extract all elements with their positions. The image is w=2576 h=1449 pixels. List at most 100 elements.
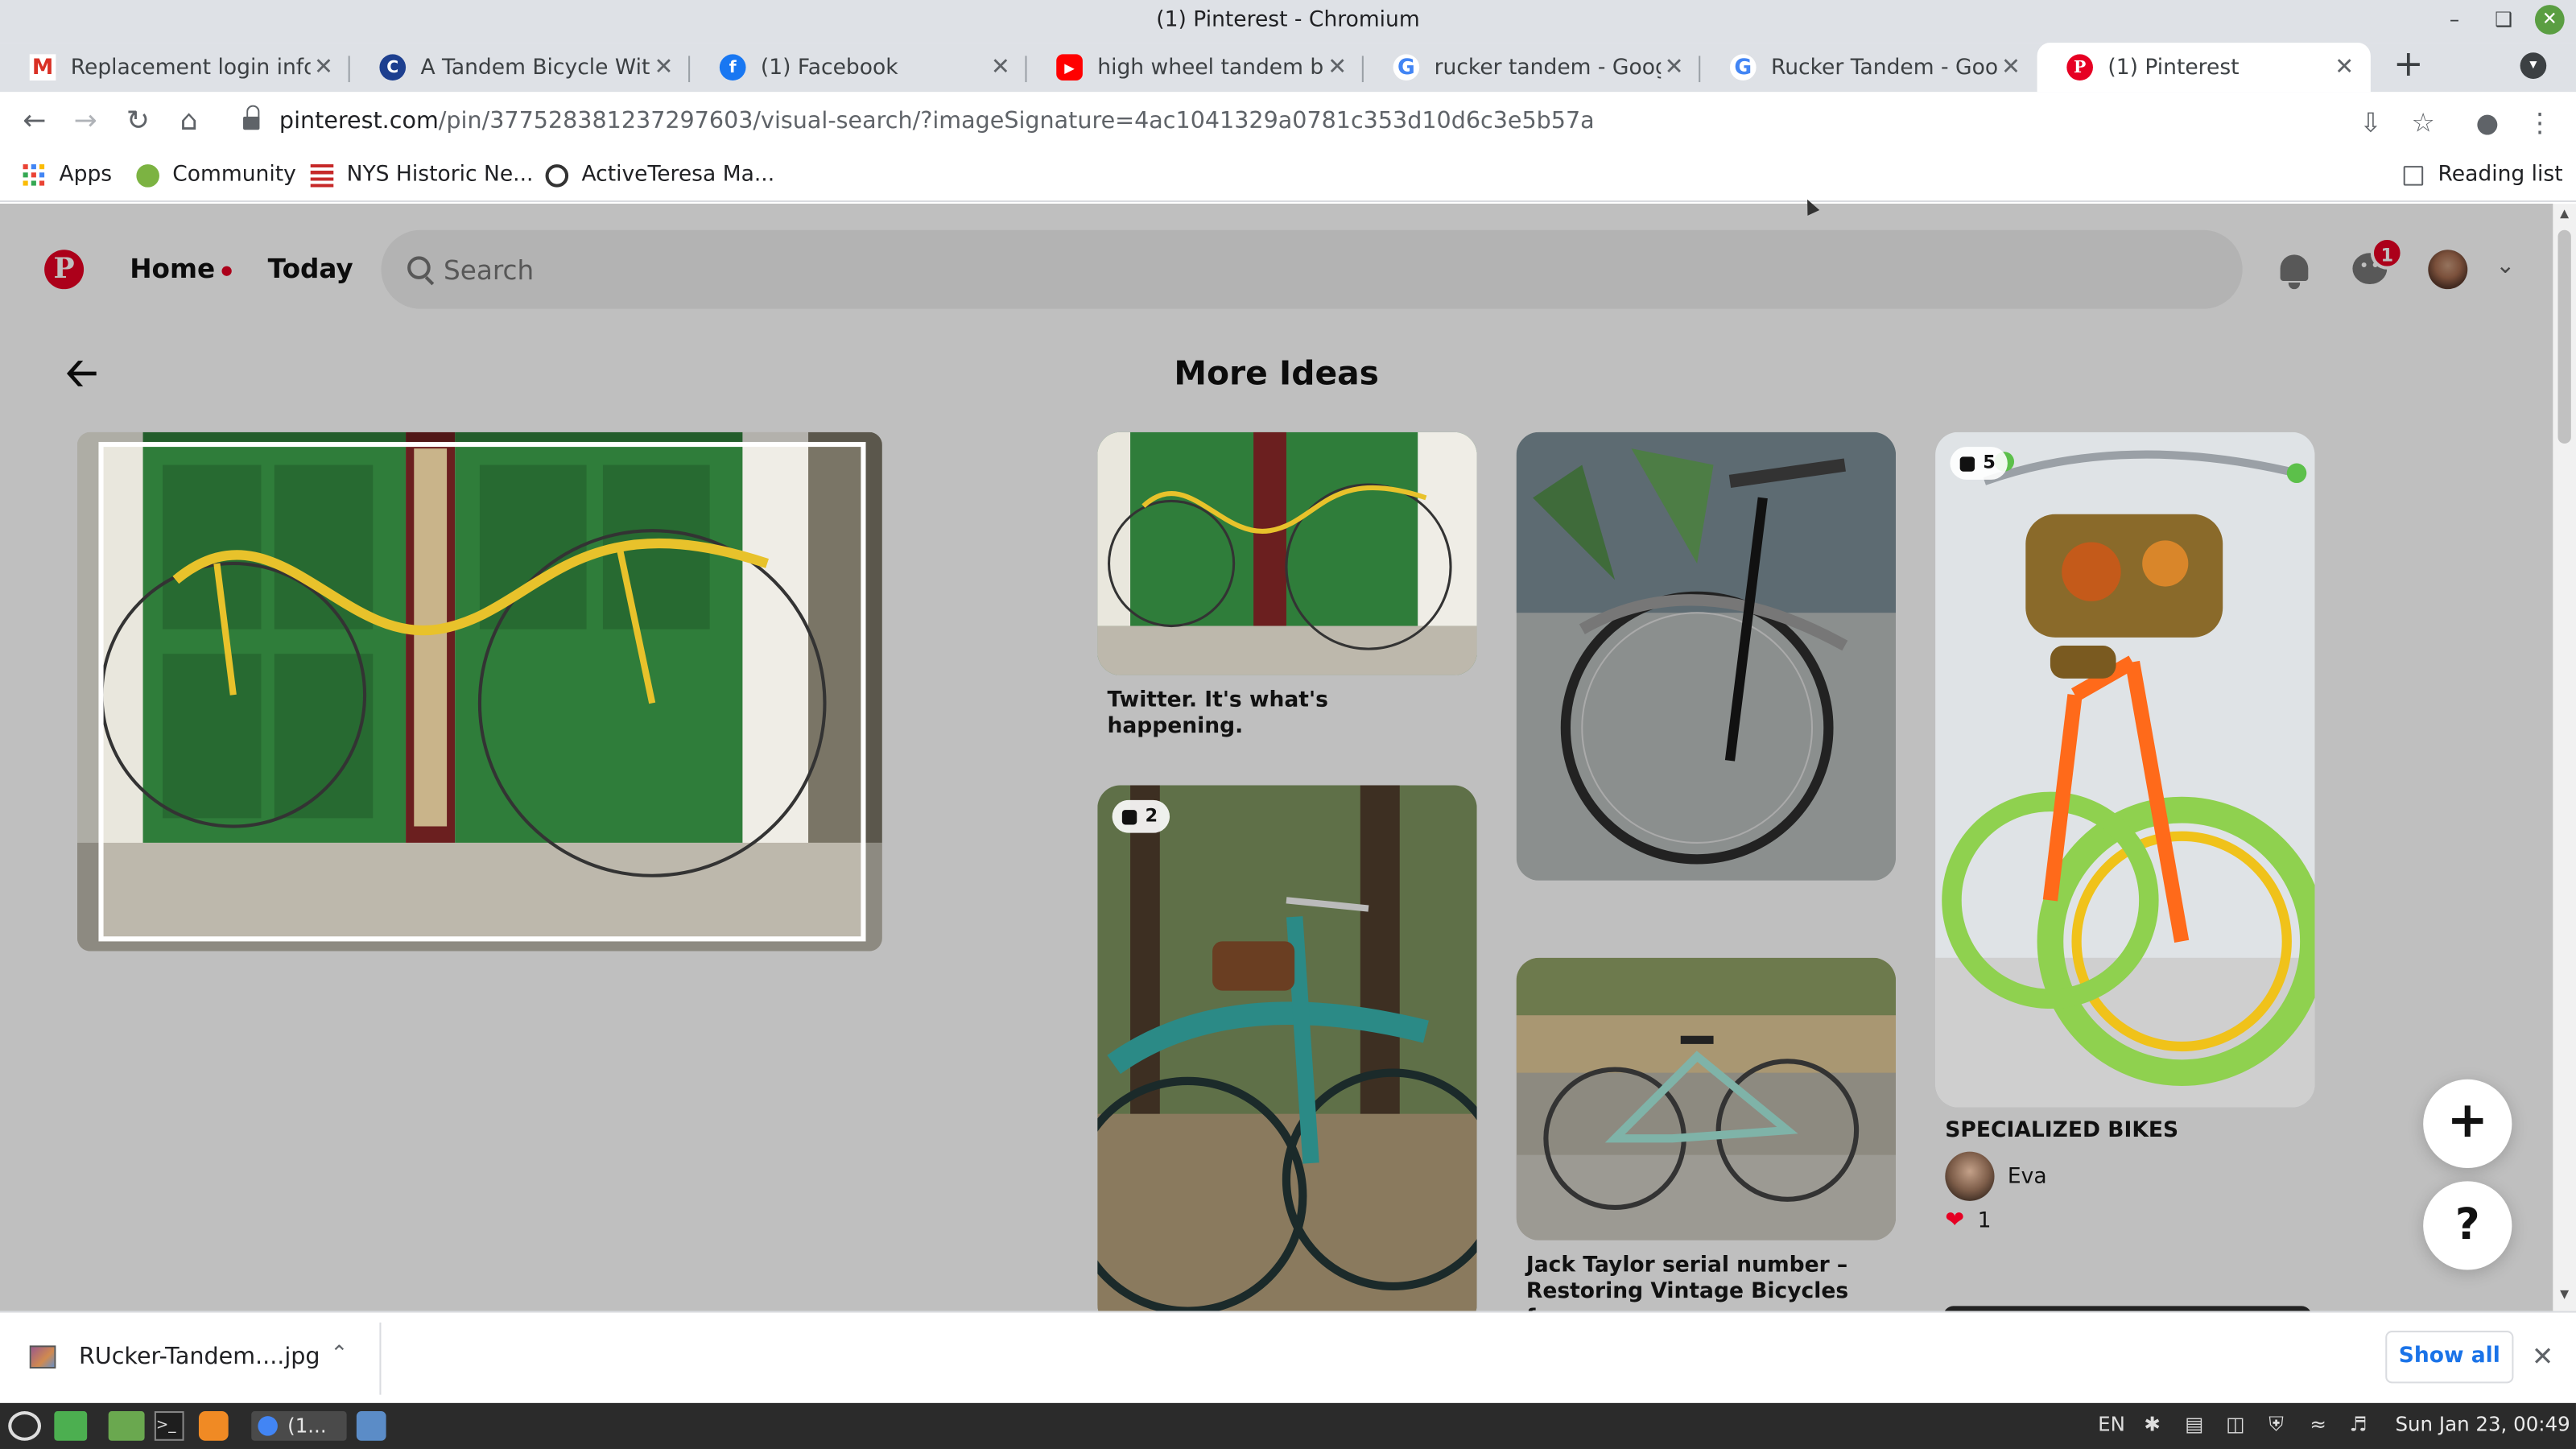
window-title: (1) Pinterest - Chromium (1156, 8, 1420, 33)
download-item[interactable]: RUcker-Tandem....jpg (29, 1344, 320, 1370)
tab-gmail[interactable]: M Replacement login inform ✕ (0, 43, 350, 92)
taskbar-window-chromium[interactable]: (1... (251, 1411, 347, 1441)
avatar[interactable] (2428, 250, 2468, 290)
volume-icon[interactable]: ♬ (2349, 1413, 2367, 1436)
bookmark-community[interactable]: Community (136, 163, 296, 188)
minimize-button[interactable]: – (2440, 5, 2470, 35)
scrollbar-thumb[interactable] (2557, 229, 2571, 444)
show-all-button[interactable]: Show all (2385, 1331, 2514, 1384)
bookmark-label: Apps (59, 163, 113, 188)
tab-label: (1) Pinterest (2107, 55, 2240, 80)
address-bar[interactable]: pinterest.com/pin/377528381237297603/vis… (224, 98, 2458, 147)
pin-card[interactable]: 2 (1097, 785, 1477, 1311)
flag-icon (310, 163, 334, 187)
tab-close-icon[interactable]: ✕ (1661, 54, 1687, 80)
scroll-down-icon[interactable]: ▼ (2558, 1288, 2571, 1301)
pin-card[interactable] (1516, 957, 1897, 1241)
tab-search-icon[interactable]: ▾ (2520, 52, 2547, 79)
file-manager-icon[interactable] (108, 1411, 145, 1441)
pin-card[interactable] (1516, 431, 1897, 881)
clipboard-icon[interactable]: ▤ (2185, 1413, 2203, 1436)
board-count: 5 (1983, 452, 1996, 473)
tab-facebook[interactable]: f (1) Facebook ✕ (690, 43, 1027, 92)
keyboard-language[interactable]: EN (2098, 1413, 2125, 1436)
reaction-count: 1 (1977, 1208, 1992, 1233)
close-icon[interactable]: ✕ (2532, 1340, 2553, 1372)
url-domain: pinterest.com (279, 108, 439, 135)
browser-menu-icon[interactable]: ⋮ (2524, 107, 2557, 140)
help-button[interactable]: ? (2423, 1181, 2512, 1270)
window-icon[interactable] (356, 1411, 386, 1441)
bookmark-star-icon[interactable]: ☆ (2407, 107, 2440, 140)
terminal-icon[interactable]: >_ (154, 1411, 184, 1441)
back-button[interactable]: ← (16, 104, 52, 140)
chromium-icon (258, 1416, 278, 1436)
window-titlebar: (1) Pinterest - Chromium – ❑ ✕ (0, 0, 2576, 43)
firefox-icon[interactable] (198, 1411, 229, 1441)
scroll-up-icon[interactable]: ▲ (2558, 207, 2571, 220)
tab-close-icon[interactable]: ✕ (1324, 54, 1351, 80)
messages-badge: 1 (2370, 236, 2404, 270)
menu-icon[interactable] (8, 1411, 42, 1441)
visual-search-image[interactable] (76, 431, 882, 952)
battery-icon[interactable]: ◫ (2226, 1413, 2244, 1436)
address-url[interactable]: pinterest.com/pin/377528381237297603/vis… (279, 109, 1595, 135)
bookmark-nys-historic[interactable]: NYS Historic Ne... (310, 163, 534, 188)
bookmark-label: NYS Historic Ne... (346, 163, 534, 188)
profile-icon[interactable]: ● (2471, 107, 2504, 140)
show-desktop-icon[interactable] (54, 1411, 88, 1441)
search-input[interactable] (444, 229, 2219, 309)
search-bar[interactable] (381, 229, 2243, 309)
tab-label: Replacement login inform (70, 55, 311, 80)
nav-today[interactable]: Today (268, 253, 353, 284)
close-window-button[interactable]: ✕ (2534, 5, 2565, 35)
install-app-icon[interactable]: ⇩ (2354, 107, 2387, 140)
pin-title[interactable]: Jack Taylor serial number – Restoring Vi… (1526, 1253, 1888, 1311)
tab-close-icon[interactable]: ✕ (2331, 54, 2358, 80)
home-button[interactable]: ⌂ (171, 104, 207, 140)
tab-tandem-bicycle[interactable]: C A Tandem Bicycle Withou ✕ (350, 43, 691, 92)
clock[interactable]: Sun Jan 23, 00:49 (2395, 1413, 2570, 1436)
wifi-icon[interactable]: ≈ (2310, 1413, 2326, 1436)
tab-google-2[interactable]: G Rucker Tandem - Google ✕ (1700, 43, 2037, 92)
nav-home-label: Home (130, 253, 216, 285)
reading-list-button[interactable]: Reading list (2403, 163, 2563, 188)
shield-icon[interactable]: ⛨ (2268, 1413, 2283, 1438)
tab-youtube[interactable]: ▶ high wheel tandem bicycl ✕ (1027, 43, 1364, 92)
lock-icon (243, 105, 260, 131)
bookmark-apps[interactable]: Apps (23, 163, 113, 188)
browser-toolbar: ← → ↻ ⌂ pinterest.com/pin/37752838123729… (0, 92, 2576, 153)
tab-close-icon[interactable]: ✕ (311, 54, 337, 80)
notifications-bell-icon[interactable] (2276, 251, 2315, 291)
tab-close-icon[interactable]: ✕ (988, 54, 1014, 80)
pin-author[interactable]: Eva (1945, 1151, 2047, 1201)
tab-label: (1) Facebook (760, 55, 898, 80)
tab-label: rucker tandem - Google I (1434, 55, 1662, 80)
forward-button[interactable]: → (68, 104, 104, 140)
tab-close-icon[interactable]: ✕ (650, 54, 677, 80)
pin-title[interactable]: SPECIALIZED BIKES (1945, 1119, 2306, 1146)
tab-pinterest[interactable]: P (1) Pinterest ✕ (2037, 43, 2371, 93)
divider (379, 1322, 382, 1395)
chevron-down-icon[interactable]: ⌄ (2491, 253, 2520, 283)
nav-home[interactable]: Home (130, 253, 232, 285)
community-icon (136, 163, 159, 187)
bookmark-label: Community (172, 163, 296, 188)
tab-google-1[interactable]: G rucker tandem - Google I ✕ (1364, 43, 1701, 92)
add-pin-button[interactable]: + (2423, 1079, 2512, 1169)
pin-title[interactable]: Twitter. It's what's happening. (1107, 688, 1468, 741)
bookmark-activeteresa[interactable]: ActiveTeresa Ma... (545, 163, 774, 188)
maximize-button[interactable]: ❑ (2489, 5, 2519, 35)
pin-card[interactable]: 5 (1935, 431, 2315, 1108)
pin-card[interactable] (1097, 431, 1477, 675)
pinterest-logo-icon[interactable]: P (44, 250, 85, 290)
tab-close-icon[interactable]: ✕ (1998, 54, 2025, 80)
google-icon: G (1393, 54, 1420, 80)
reload-button[interactable]: ↻ (120, 104, 156, 140)
pin-reactions[interactable]: ❤ 1 (1945, 1208, 1991, 1234)
pinterest-icon: P (2066, 54, 2093, 80)
page-scrollbar[interactable]: ▲ ▼ (2553, 204, 2576, 1311)
new-tab-button[interactable]: + (2390, 47, 2426, 85)
chevron-up-icon[interactable]: ⌃ (330, 1342, 348, 1367)
bluetooth-icon[interactable]: ✱ (2144, 1413, 2161, 1436)
